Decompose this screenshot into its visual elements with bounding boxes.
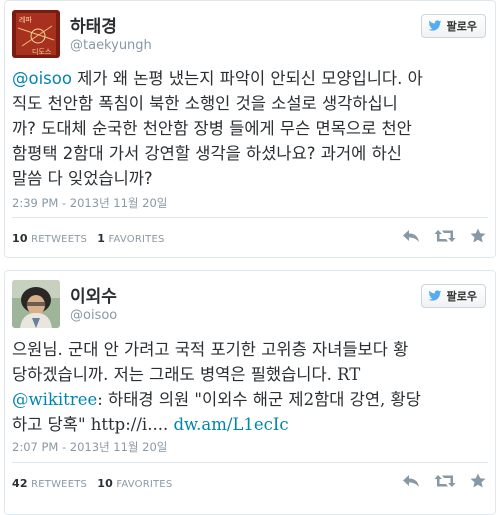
avatar[interactable]: 레파 디도스 bbox=[12, 10, 60, 58]
favorite-star-icon[interactable] bbox=[470, 228, 486, 243]
url-link[interactable]: dw.am/L1ecIc bbox=[173, 415, 288, 434]
reply-icon[interactable] bbox=[402, 229, 420, 243]
tweet-text: 으원님. 군대 안 가려고 국적 포기한 고위층 자녀들보다 황 당하겠습니까.… bbox=[12, 337, 484, 437]
tweet-text-line: 으원님. 군대 안 가려고 국적 포기한 고위층 자녀들보다 황 bbox=[12, 340, 409, 359]
follow-label: 팔로우 bbox=[446, 20, 477, 33]
tweet-card: 레파 디도스 하태경 @taekyungh 팔로우 @oisoo 제가 왜 논평… bbox=[0, 0, 500, 258]
avatar[interactable] bbox=[12, 280, 60, 328]
book-cover-avatar-icon: 레파 디도스 bbox=[12, 10, 60, 58]
mention-link[interactable]: @oisoo bbox=[12, 69, 72, 88]
favorite-count[interactable]: 10 bbox=[97, 477, 113, 490]
tweet-card: 이외수 @oisoo 팔로우 으원님. 군대 안 가려고 국적 포기한 고위층 … bbox=[0, 270, 500, 515]
svg-text:디도스: 디도스 bbox=[32, 47, 52, 56]
retweet-icon[interactable] bbox=[434, 229, 456, 243]
tweet-text: @oisoo 제가 왜 논평 냈는지 파악이 안되신 모양입니다. 아 직도 천… bbox=[12, 66, 484, 191]
tweet-text-line: 직도 천안함 폭침이 북한 소행인 것을 소설로 생각하십니 bbox=[12, 94, 398, 113]
user-handle[interactable]: @taekyungh bbox=[70, 38, 152, 53]
tweet-text-line: 제가 왜 논평 냈는지 파악이 안되신 모양입니다. 아 bbox=[71, 69, 423, 88]
retweet-count[interactable]: 10 bbox=[12, 232, 28, 245]
divider bbox=[12, 217, 488, 218]
follow-button[interactable]: 팔로우 bbox=[420, 14, 486, 38]
retweet-count[interactable]: 42 bbox=[12, 477, 28, 490]
retweet-icon[interactable] bbox=[434, 474, 456, 488]
favorite-label: FAVORITES bbox=[108, 234, 165, 245]
portrait-avatar-icon bbox=[12, 280, 60, 328]
tweet-text-line: : 하태경 의원 "이외수 해군 제2함대 강연, 황당 bbox=[97, 390, 421, 409]
favorite-label: FAVORITES bbox=[116, 479, 173, 490]
favorite-count[interactable]: 1 bbox=[97, 232, 105, 245]
favorite-star-icon[interactable] bbox=[470, 473, 486, 488]
timestamp[interactable]: 2:07 PM - 2013년 11월 20일 bbox=[12, 439, 167, 455]
display-name[interactable]: 하태경 bbox=[70, 12, 117, 37]
user-handle[interactable]: @oisoo bbox=[70, 308, 117, 323]
retweet-label: RETWEETS bbox=[31, 479, 88, 490]
divider bbox=[12, 462, 488, 463]
tweet-stats: 10 RETWEETS 1 FAVORITES bbox=[12, 232, 165, 245]
tweet-text-line: 말씀 다 잊었습니까? bbox=[12, 169, 153, 188]
tweet-actions bbox=[402, 473, 486, 488]
twitter-bird-icon bbox=[428, 290, 442, 301]
tweet-text-line: 함평택 2함대 가서 강연할 생각을 하셨나요? 과거에 하신 bbox=[12, 144, 402, 163]
follow-button[interactable]: 팔로우 bbox=[420, 284, 486, 308]
retweet-label: RETWEETS bbox=[31, 234, 88, 245]
display-name[interactable]: 이외수 bbox=[70, 282, 117, 307]
tweet-text-line: 하고 당혹" http://i.... bbox=[12, 415, 174, 434]
mention-link[interactable]: @wikitree bbox=[12, 390, 97, 409]
svg-text:레파: 레파 bbox=[19, 15, 32, 24]
tweet-text-line: 까? 도대체 순국한 천안함 장병 들에게 무슨 면목으로 천안 bbox=[12, 119, 412, 138]
tweet-text-line: 당하겠습니까. 저는 그래도 병역은 필했습니다. RT bbox=[12, 365, 361, 384]
tweet-actions bbox=[402, 228, 486, 243]
tweet-stats: 42 RETWEETS 10 FAVORITES bbox=[12, 477, 172, 490]
follow-label: 팔로우 bbox=[446, 290, 477, 303]
reply-icon[interactable] bbox=[402, 474, 420, 488]
timestamp[interactable]: 2:39 PM - 2013년 11월 20일 bbox=[12, 195, 167, 211]
twitter-bird-icon bbox=[428, 20, 442, 31]
